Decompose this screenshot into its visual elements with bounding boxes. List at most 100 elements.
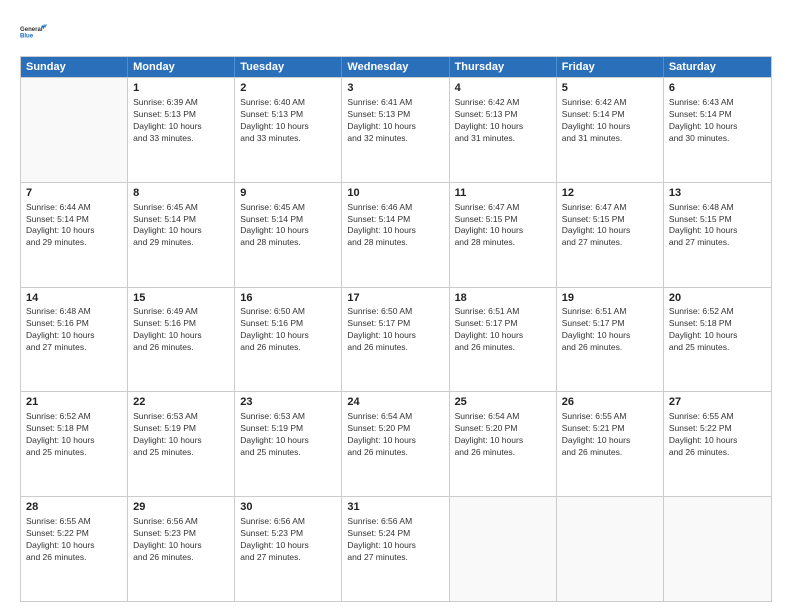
calendar-day-cell: 2Sunrise: 6:40 AM Sunset: 5:13 PM Daylig… bbox=[235, 78, 342, 182]
calendar-page: GeneralBlue SundayMondayTuesdayWednesday… bbox=[0, 0, 792, 612]
day-info: Sunrise: 6:49 AM Sunset: 5:16 PM Dayligh… bbox=[133, 306, 229, 354]
day-info: Sunrise: 6:56 AM Sunset: 5:23 PM Dayligh… bbox=[240, 516, 336, 564]
day-info: Sunrise: 6:51 AM Sunset: 5:17 PM Dayligh… bbox=[455, 306, 551, 354]
logo: GeneralBlue bbox=[20, 18, 48, 46]
day-number: 24 bbox=[347, 395, 443, 410]
day-of-week-header: Sunday bbox=[21, 57, 128, 77]
day-info: Sunrise: 6:39 AM Sunset: 5:13 PM Dayligh… bbox=[133, 97, 229, 145]
day-number: 1 bbox=[133, 81, 229, 96]
calendar-row: 1Sunrise: 6:39 AM Sunset: 5:13 PM Daylig… bbox=[21, 77, 771, 182]
day-number: 21 bbox=[26, 395, 122, 410]
calendar-header: SundayMondayTuesdayWednesdayThursdayFrid… bbox=[21, 57, 771, 77]
day-number: 11 bbox=[455, 186, 551, 201]
calendar-day-cell: 24Sunrise: 6:54 AM Sunset: 5:20 PM Dayli… bbox=[342, 392, 449, 496]
day-info: Sunrise: 6:40 AM Sunset: 5:13 PM Dayligh… bbox=[240, 97, 336, 145]
day-of-week-header: Wednesday bbox=[342, 57, 449, 77]
calendar-row: 28Sunrise: 6:55 AM Sunset: 5:22 PM Dayli… bbox=[21, 496, 771, 601]
day-number: 25 bbox=[455, 395, 551, 410]
day-info: Sunrise: 6:42 AM Sunset: 5:14 PM Dayligh… bbox=[562, 97, 658, 145]
day-info: Sunrise: 6:45 AM Sunset: 5:14 PM Dayligh… bbox=[133, 202, 229, 250]
day-info: Sunrise: 6:48 AM Sunset: 5:16 PM Dayligh… bbox=[26, 306, 122, 354]
day-info: Sunrise: 6:56 AM Sunset: 5:23 PM Dayligh… bbox=[133, 516, 229, 564]
day-of-week-header: Friday bbox=[557, 57, 664, 77]
calendar-day-cell: 12Sunrise: 6:47 AM Sunset: 5:15 PM Dayli… bbox=[557, 183, 664, 287]
day-info: Sunrise: 6:42 AM Sunset: 5:13 PM Dayligh… bbox=[455, 97, 551, 145]
day-number: 29 bbox=[133, 500, 229, 515]
calendar-day-cell: 26Sunrise: 6:55 AM Sunset: 5:21 PM Dayli… bbox=[557, 392, 664, 496]
calendar-row: 14Sunrise: 6:48 AM Sunset: 5:16 PM Dayli… bbox=[21, 287, 771, 392]
day-info: Sunrise: 6:41 AM Sunset: 5:13 PM Dayligh… bbox=[347, 97, 443, 145]
day-info: Sunrise: 6:52 AM Sunset: 5:18 PM Dayligh… bbox=[669, 306, 766, 354]
day-info: Sunrise: 6:55 AM Sunset: 5:21 PM Dayligh… bbox=[562, 411, 658, 459]
calendar-day-cell: 31Sunrise: 6:56 AM Sunset: 5:24 PM Dayli… bbox=[342, 497, 449, 601]
day-number: 26 bbox=[562, 395, 658, 410]
calendar-day-cell: 6Sunrise: 6:43 AM Sunset: 5:14 PM Daylig… bbox=[664, 78, 771, 182]
calendar-day-cell: 30Sunrise: 6:56 AM Sunset: 5:23 PM Dayli… bbox=[235, 497, 342, 601]
day-number: 16 bbox=[240, 291, 336, 306]
calendar-day-cell: 27Sunrise: 6:55 AM Sunset: 5:22 PM Dayli… bbox=[664, 392, 771, 496]
day-number: 7 bbox=[26, 186, 122, 201]
logo-icon: GeneralBlue bbox=[20, 18, 48, 46]
calendar-row: 21Sunrise: 6:52 AM Sunset: 5:18 PM Dayli… bbox=[21, 391, 771, 496]
day-number: 2 bbox=[240, 81, 336, 96]
day-of-week-header: Monday bbox=[128, 57, 235, 77]
day-info: Sunrise: 6:44 AM Sunset: 5:14 PM Dayligh… bbox=[26, 202, 122, 250]
day-info: Sunrise: 6:56 AM Sunset: 5:24 PM Dayligh… bbox=[347, 516, 443, 564]
day-of-week-header: Tuesday bbox=[235, 57, 342, 77]
day-number: 31 bbox=[347, 500, 443, 515]
calendar-day-cell: 20Sunrise: 6:52 AM Sunset: 5:18 PM Dayli… bbox=[664, 288, 771, 392]
svg-text:General: General bbox=[20, 27, 43, 33]
day-info: Sunrise: 6:53 AM Sunset: 5:19 PM Dayligh… bbox=[133, 411, 229, 459]
day-number: 12 bbox=[562, 186, 658, 201]
day-info: Sunrise: 6:47 AM Sunset: 5:15 PM Dayligh… bbox=[455, 202, 551, 250]
day-number: 10 bbox=[347, 186, 443, 201]
day-number: 4 bbox=[455, 81, 551, 96]
calendar-day-cell: 16Sunrise: 6:50 AM Sunset: 5:16 PM Dayli… bbox=[235, 288, 342, 392]
day-number: 17 bbox=[347, 291, 443, 306]
calendar-day-cell: 29Sunrise: 6:56 AM Sunset: 5:23 PM Dayli… bbox=[128, 497, 235, 601]
header: GeneralBlue bbox=[20, 18, 772, 46]
calendar-day-cell: 9Sunrise: 6:45 AM Sunset: 5:14 PM Daylig… bbox=[235, 183, 342, 287]
calendar-day-cell: 8Sunrise: 6:45 AM Sunset: 5:14 PM Daylig… bbox=[128, 183, 235, 287]
day-number: 8 bbox=[133, 186, 229, 201]
calendar-day-cell: 18Sunrise: 6:51 AM Sunset: 5:17 PM Dayli… bbox=[450, 288, 557, 392]
day-info: Sunrise: 6:47 AM Sunset: 5:15 PM Dayligh… bbox=[562, 202, 658, 250]
calendar: SundayMondayTuesdayWednesdayThursdayFrid… bbox=[20, 56, 772, 602]
day-number: 9 bbox=[240, 186, 336, 201]
calendar-day-cell: 4Sunrise: 6:42 AM Sunset: 5:13 PM Daylig… bbox=[450, 78, 557, 182]
calendar-day-cell: 17Sunrise: 6:50 AM Sunset: 5:17 PM Dayli… bbox=[342, 288, 449, 392]
empty-cell bbox=[450, 497, 557, 601]
day-number: 22 bbox=[133, 395, 229, 410]
calendar-day-cell: 21Sunrise: 6:52 AM Sunset: 5:18 PM Dayli… bbox=[21, 392, 128, 496]
day-info: Sunrise: 6:50 AM Sunset: 5:16 PM Dayligh… bbox=[240, 306, 336, 354]
day-of-week-header: Thursday bbox=[450, 57, 557, 77]
empty-cell bbox=[557, 497, 664, 601]
day-info: Sunrise: 6:43 AM Sunset: 5:14 PM Dayligh… bbox=[669, 97, 766, 145]
day-info: Sunrise: 6:46 AM Sunset: 5:14 PM Dayligh… bbox=[347, 202, 443, 250]
day-number: 3 bbox=[347, 81, 443, 96]
day-number: 5 bbox=[562, 81, 658, 96]
day-number: 28 bbox=[26, 500, 122, 515]
day-number: 20 bbox=[669, 291, 766, 306]
day-info: Sunrise: 6:48 AM Sunset: 5:15 PM Dayligh… bbox=[669, 202, 766, 250]
day-number: 19 bbox=[562, 291, 658, 306]
day-info: Sunrise: 6:55 AM Sunset: 5:22 PM Dayligh… bbox=[26, 516, 122, 564]
calendar-day-cell: 11Sunrise: 6:47 AM Sunset: 5:15 PM Dayli… bbox=[450, 183, 557, 287]
calendar-day-cell: 15Sunrise: 6:49 AM Sunset: 5:16 PM Dayli… bbox=[128, 288, 235, 392]
calendar-day-cell: 5Sunrise: 6:42 AM Sunset: 5:14 PM Daylig… bbox=[557, 78, 664, 182]
day-number: 14 bbox=[26, 291, 122, 306]
day-info: Sunrise: 6:53 AM Sunset: 5:19 PM Dayligh… bbox=[240, 411, 336, 459]
calendar-day-cell: 1Sunrise: 6:39 AM Sunset: 5:13 PM Daylig… bbox=[128, 78, 235, 182]
calendar-day-cell: 10Sunrise: 6:46 AM Sunset: 5:14 PM Dayli… bbox=[342, 183, 449, 287]
day-of-week-header: Saturday bbox=[664, 57, 771, 77]
calendar-day-cell: 28Sunrise: 6:55 AM Sunset: 5:22 PM Dayli… bbox=[21, 497, 128, 601]
svg-text:Blue: Blue bbox=[20, 34, 34, 40]
day-info: Sunrise: 6:54 AM Sunset: 5:20 PM Dayligh… bbox=[455, 411, 551, 459]
day-info: Sunrise: 6:54 AM Sunset: 5:20 PM Dayligh… bbox=[347, 411, 443, 459]
calendar-body: 1Sunrise: 6:39 AM Sunset: 5:13 PM Daylig… bbox=[21, 77, 771, 601]
calendar-day-cell: 13Sunrise: 6:48 AM Sunset: 5:15 PM Dayli… bbox=[664, 183, 771, 287]
calendar-day-cell: 3Sunrise: 6:41 AM Sunset: 5:13 PM Daylig… bbox=[342, 78, 449, 182]
day-number: 18 bbox=[455, 291, 551, 306]
calendar-day-cell: 19Sunrise: 6:51 AM Sunset: 5:17 PM Dayli… bbox=[557, 288, 664, 392]
calendar-day-cell: 23Sunrise: 6:53 AM Sunset: 5:19 PM Dayli… bbox=[235, 392, 342, 496]
